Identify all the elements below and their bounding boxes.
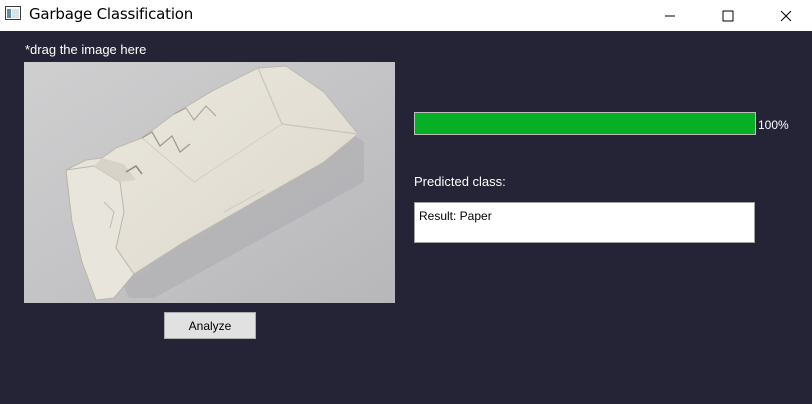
maximize-button[interactable] [705, 0, 751, 31]
result-text: Result: Paper [419, 209, 492, 223]
progress-bar [414, 112, 756, 135]
close-icon [780, 10, 792, 21]
minimize-button[interactable] [647, 0, 693, 31]
predicted-class-label: Predicted class: [414, 174, 506, 189]
analyze-button[interactable]: Analyze [164, 312, 256, 339]
progress-percent-label: 100% [758, 118, 789, 132]
drag-hint-label: *drag the image here [25, 42, 147, 57]
maximize-icon [722, 10, 734, 21]
app-window: Garbage Classification *drag the image h… [0, 0, 812, 404]
title-bar[interactable]: Garbage Classification [0, 0, 812, 31]
minimize-icon [665, 15, 675, 16]
image-drop-area[interactable] [24, 62, 395, 303]
app-icon [5, 6, 21, 20]
window-title: Garbage Classification [29, 5, 194, 23]
garbage-image [24, 62, 395, 303]
close-button[interactable] [763, 0, 809, 31]
progress-fill [415, 113, 755, 134]
result-text-box[interactable]: Result: Paper [414, 202, 755, 243]
